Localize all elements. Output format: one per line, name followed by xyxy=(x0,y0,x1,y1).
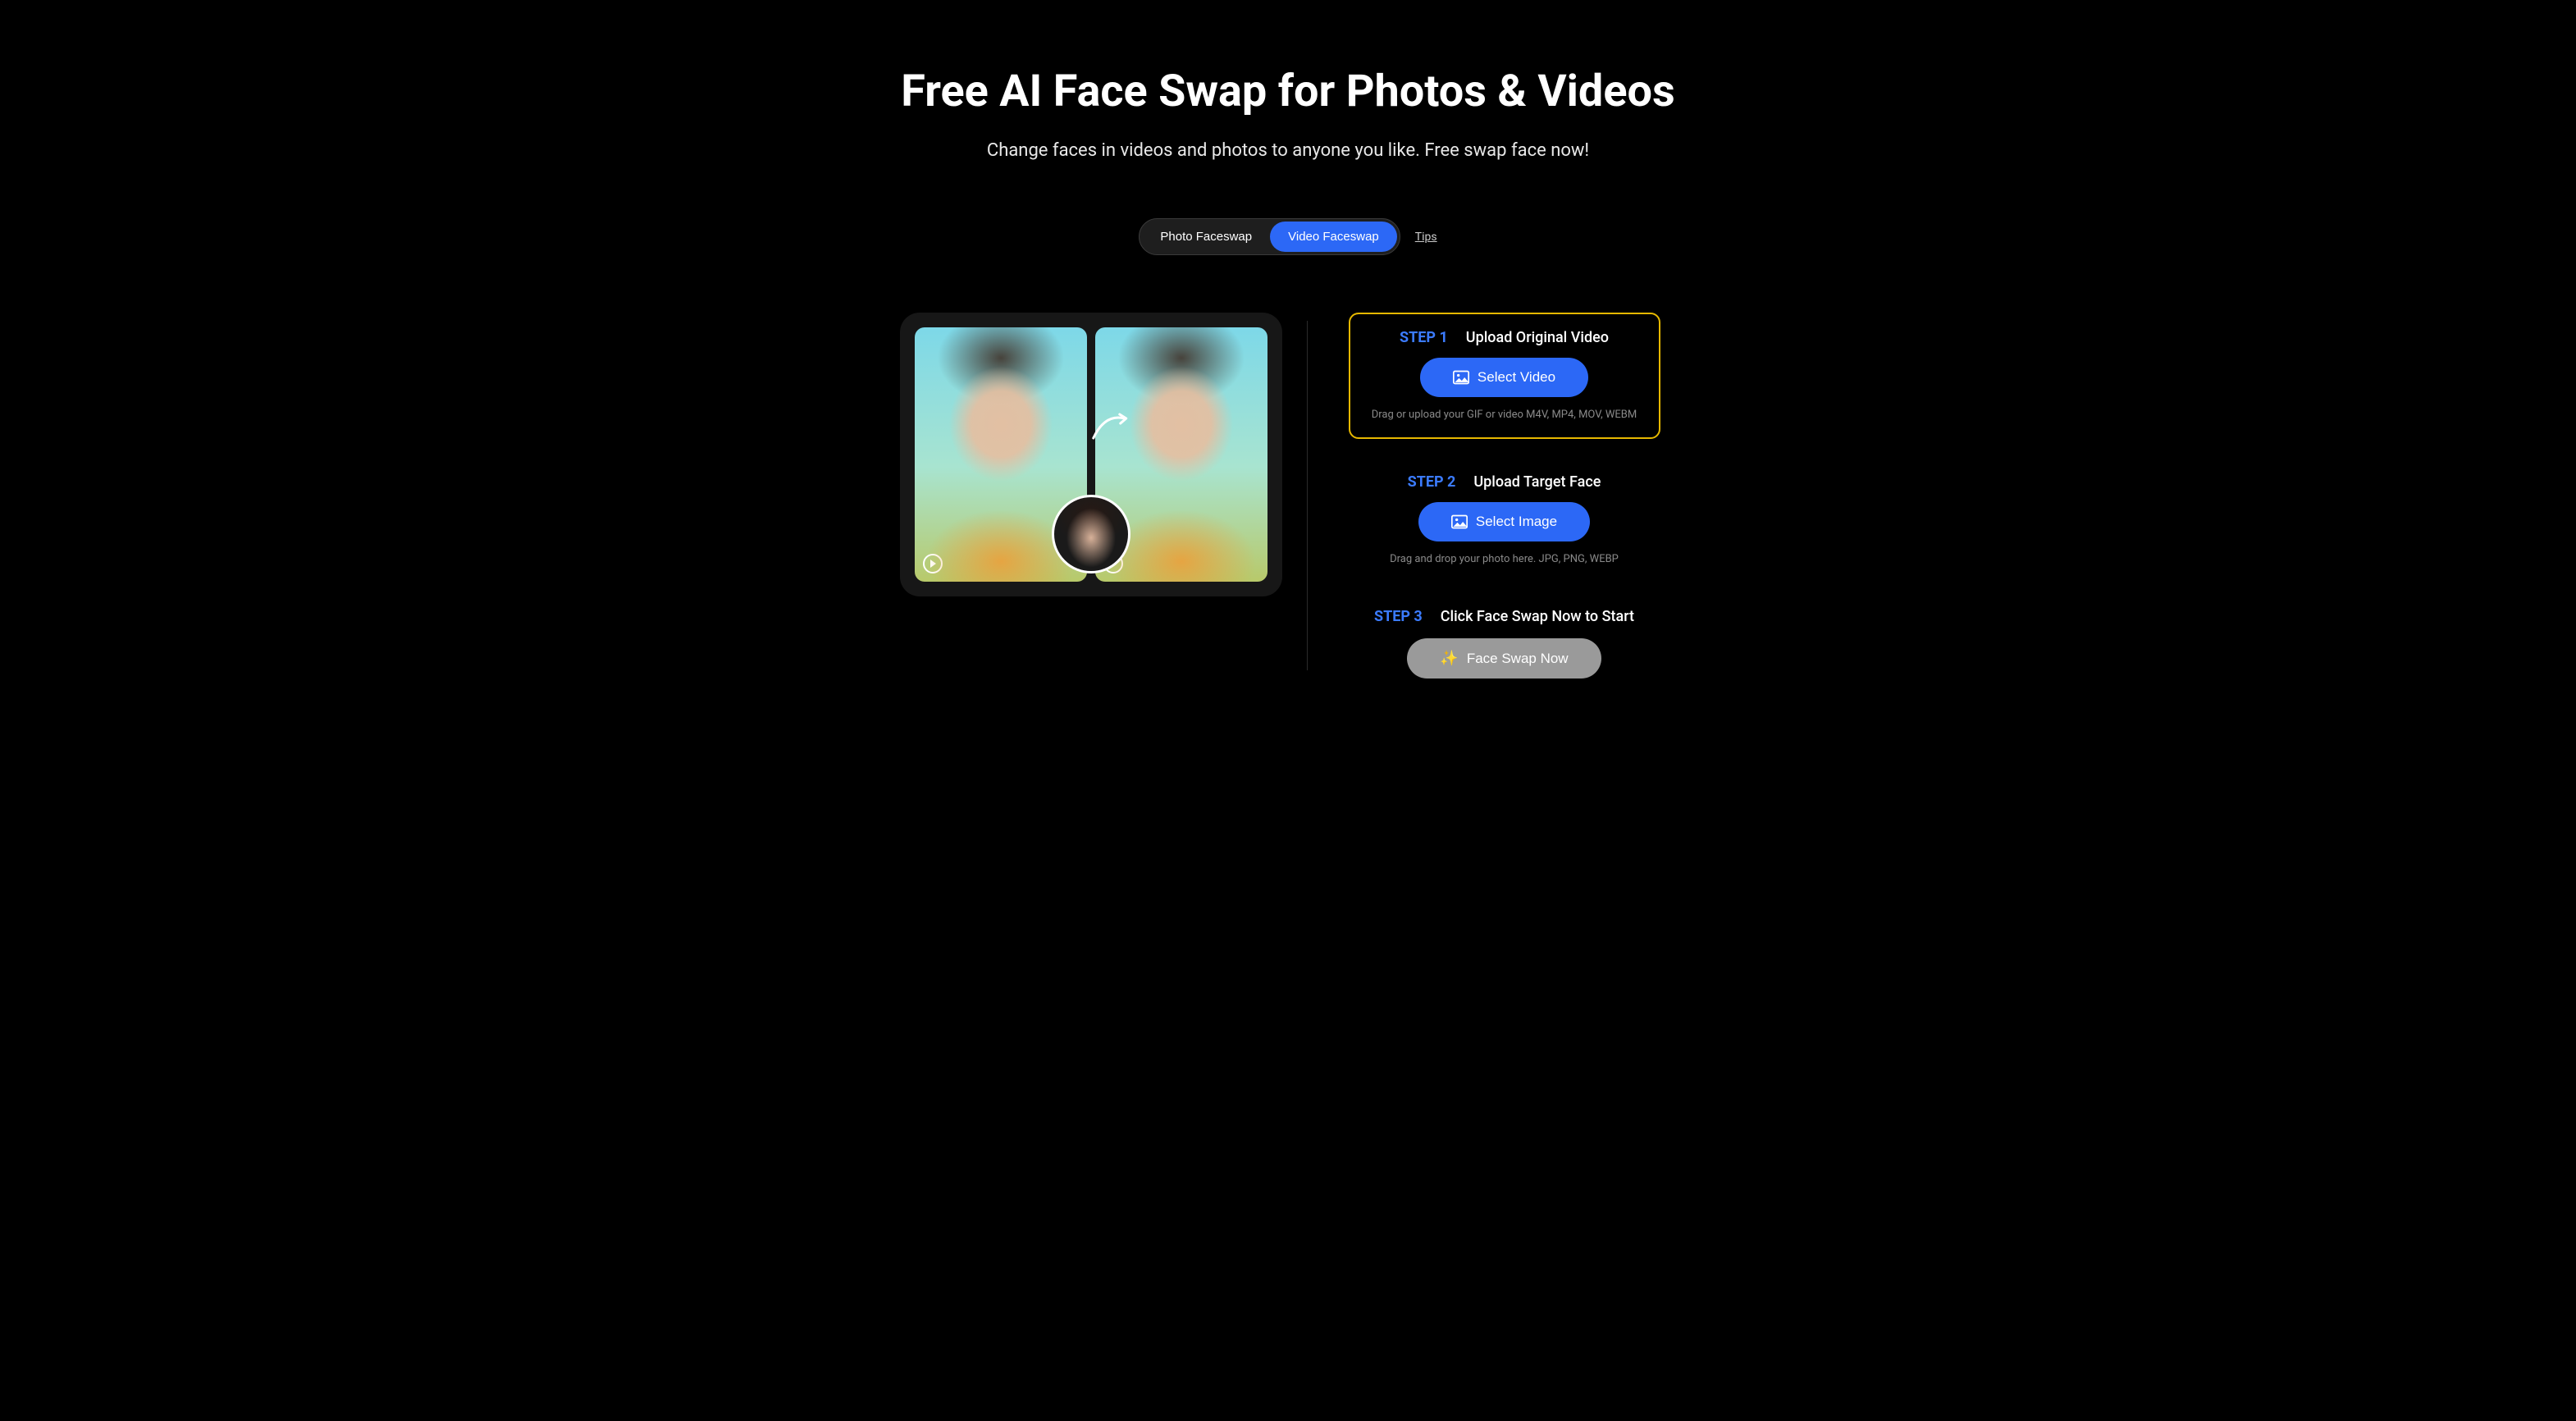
step-3-header: STEP 3 Click Face Swap Now to Start xyxy=(1374,608,1634,625)
step-2-title: Upload Target Face xyxy=(1473,473,1601,491)
select-image-button[interactable]: Select Image xyxy=(1418,502,1590,541)
step-2-hint: Drag and drop your photo here. JPG, PNG,… xyxy=(1390,553,1619,565)
hero-title: Free AI Face Swap for Photos & Videos xyxy=(901,66,1674,117)
main-row: STEP 1 Upload Original Video Select Vide… xyxy=(900,313,1677,679)
sparkle-icon: ✨ xyxy=(1440,650,1458,667)
step-1-hint: Drag or upload your GIF or video M4V, MP… xyxy=(1372,409,1637,421)
swap-arrow-icon xyxy=(1088,410,1132,443)
steps-column: STEP 1 Upload Original Video Select Vide… xyxy=(1332,313,1677,679)
select-video-button[interactable]: Select Video xyxy=(1420,358,1588,397)
image-icon xyxy=(1451,514,1468,529)
step-3-box: STEP 3 Click Face Swap Now to Start ✨ Fa… xyxy=(1374,608,1634,679)
image-icon xyxy=(1453,370,1469,385)
face-swap-now-button[interactable]: ✨ Face Swap Now xyxy=(1407,638,1601,679)
step-1-num: STEP 1 xyxy=(1400,329,1448,346)
step-2-num: STEP 2 xyxy=(1408,473,1456,491)
step-1-box: STEP 1 Upload Original Video Select Vide… xyxy=(1349,313,1660,439)
mode-row: Photo Faceswap Video Faceswap Tips xyxy=(1139,218,1436,255)
step-2-header: STEP 2 Upload Target Face xyxy=(1408,473,1601,491)
step-1-header: STEP 1 Upload Original Video xyxy=(1400,329,1609,346)
play-icon[interactable] xyxy=(923,554,943,573)
step-1-title: Upload Original Video xyxy=(1466,329,1609,346)
preview-card xyxy=(900,313,1282,596)
vertical-divider xyxy=(1307,321,1308,670)
hero-subtitle: Change faces in videos and photos to any… xyxy=(987,140,1589,161)
select-image-label: Select Image xyxy=(1476,514,1557,530)
tab-photo-faceswap[interactable]: Photo Faceswap xyxy=(1142,222,1270,252)
step-3-num: STEP 3 xyxy=(1374,608,1423,625)
tips-link[interactable]: Tips xyxy=(1415,231,1437,244)
target-face-thumbnail xyxy=(1052,495,1130,573)
face-swap-now-label: Face Swap Now xyxy=(1467,651,1569,667)
mode-toggle: Photo Faceswap Video Faceswap xyxy=(1139,218,1400,255)
tab-video-faceswap[interactable]: Video Faceswap xyxy=(1270,222,1397,252)
step-3-title: Click Face Swap Now to Start xyxy=(1441,608,1634,625)
select-video-label: Select Video xyxy=(1478,369,1555,386)
step-2-box: STEP 2 Upload Target Face Select Image D… xyxy=(1349,459,1660,582)
